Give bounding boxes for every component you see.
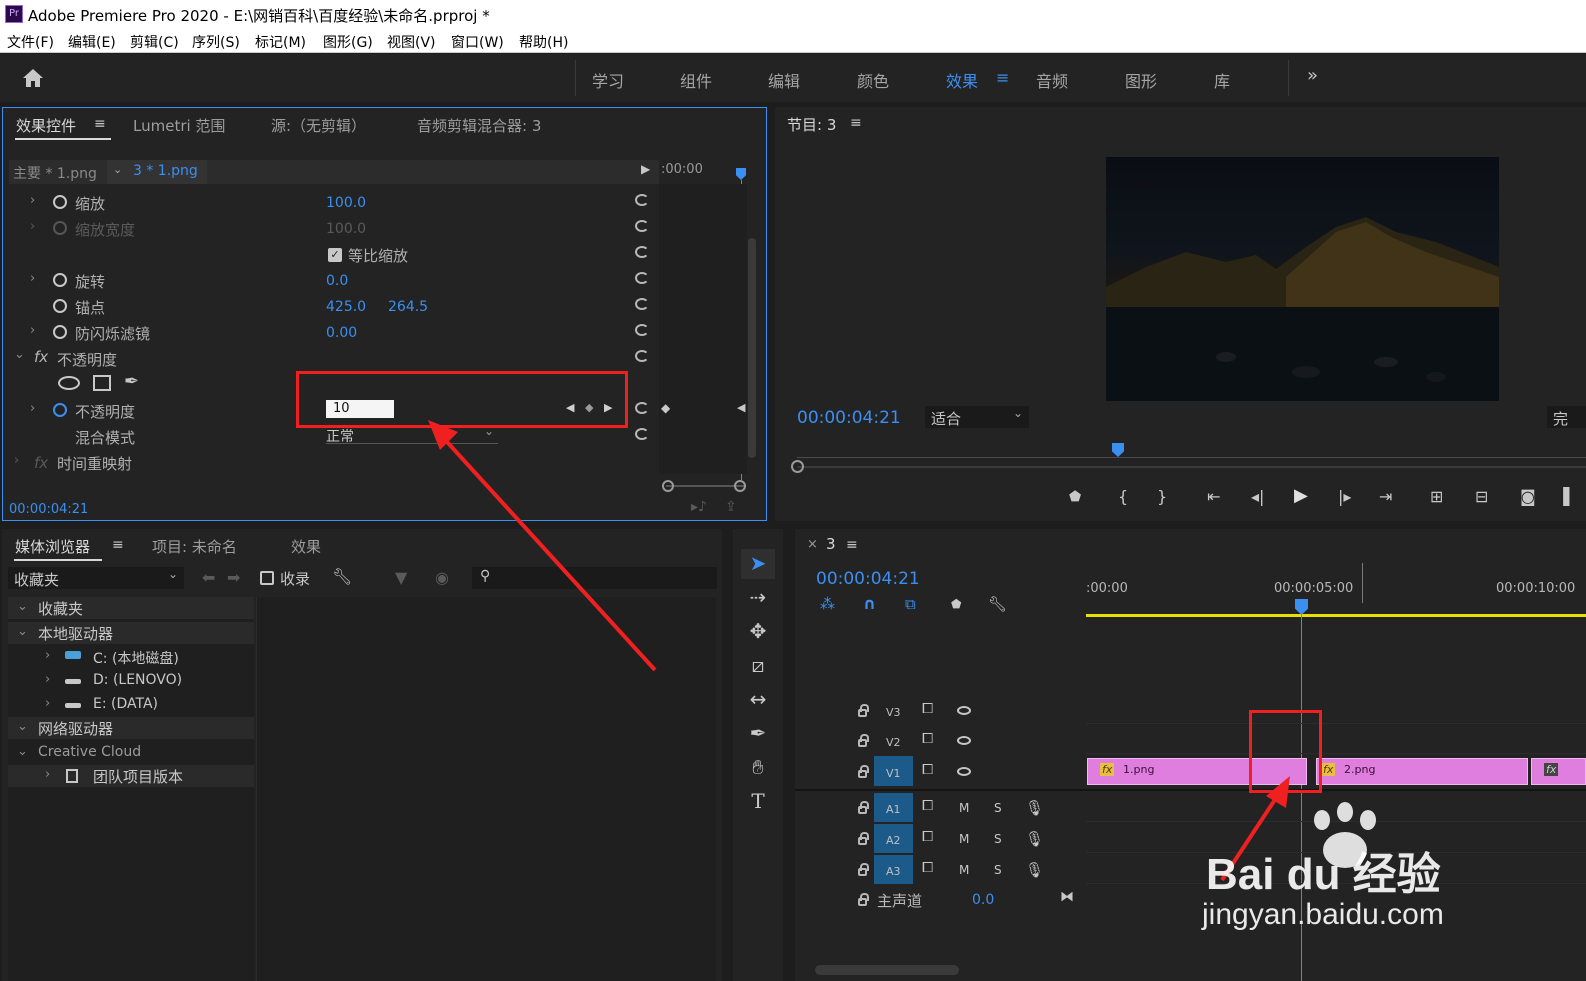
baidu-url-text: jingyan.baidu.com xyxy=(1202,898,1444,931)
baidu-watermark: Bai du 经验 jingyan.baidu.com xyxy=(1200,800,1586,950)
baidu-brand-text: Bai du 经验 xyxy=(1206,850,1441,899)
